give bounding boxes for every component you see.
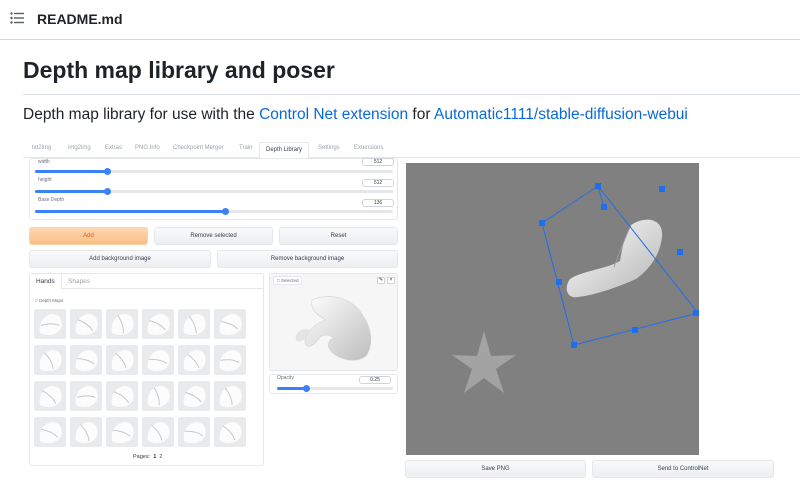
depth-map-thumbnail[interactable]: [34, 309, 66, 339]
depth-map-thumbnail[interactable]: [178, 381, 210, 411]
tab-txt2img[interactable]: txt2img: [32, 145, 51, 151]
library-tab-hands[interactable]: Hands: [30, 274, 62, 290]
close-icon[interactable]: ×: [387, 277, 395, 284]
depth-map-thumbnail[interactable]: [142, 309, 174, 339]
readme-header: README.md: [0, 0, 800, 40]
depth-map-thumbnail[interactable]: [106, 309, 138, 339]
depth-map-thumbnail[interactable]: [214, 417, 246, 447]
depth-map-thumbnail[interactable]: [34, 381, 66, 411]
readme-filename: README.md: [37, 11, 123, 27]
size-settings-panel: width 512 height 512 Base Depth 136: [29, 158, 398, 220]
width-value[interactable]: 512: [362, 158, 394, 166]
tab-extras[interactable]: Extras: [105, 145, 122, 151]
opacity-slider[interactable]: [277, 385, 393, 392]
pagination: Pages: 1 2: [133, 454, 162, 460]
depth-map-thumbnail[interactable]: [70, 417, 102, 447]
heading-divider: [23, 94, 800, 95]
tab-img2img[interactable]: img2img: [68, 145, 91, 151]
depth-map-thumbnail[interactable]: [106, 417, 138, 447]
depth-map-thumbnail[interactable]: [70, 345, 102, 375]
page-title: Depth map library and poser: [23, 57, 335, 83]
depth-map-thumbnail[interactable]: [70, 309, 102, 339]
intro-paragraph: Depth map library for use with the Contr…: [23, 106, 688, 124]
a1111-link[interactable]: Automatic1111/stable-diffusion-webui: [434, 106, 688, 123]
tab-settings[interactable]: Settings: [318, 145, 340, 151]
page-2-link[interactable]: 2: [159, 454, 162, 460]
depth-map-thumbnail[interactable]: [214, 345, 246, 375]
depth-map-thumbnail[interactable]: [70, 381, 102, 411]
depth-map-thumbnail[interactable]: [178, 345, 210, 375]
reset-button[interactable]: Reset: [279, 227, 398, 245]
selected-preview: □ Selected ✎ ×: [269, 273, 398, 371]
hand-shape: [566, 219, 663, 298]
depth-map-thumbnail[interactable]: [34, 345, 66, 375]
width-slider[interactable]: [35, 168, 393, 175]
webui-screenshot: txt2img img2img Extras PNG Info Checkpoi…: [23, 140, 800, 488]
remove-selected-button[interactable]: Remove selected: [154, 227, 273, 245]
remove-background-button[interactable]: Remove background image: [217, 250, 398, 268]
depth-map-thumbnail[interactable]: [142, 381, 174, 411]
pages-label: Pages:: [133, 454, 151, 460]
depth-map-thumbnail[interactable]: [106, 381, 138, 411]
add-background-button[interactable]: Add background image: [29, 250, 211, 268]
selected-hand-image: [295, 296, 372, 361]
depth-map-thumbnail[interactable]: [142, 345, 174, 375]
intro-middle: for: [408, 106, 434, 123]
selected-label-text: Selected: [280, 278, 299, 283]
width-label: width: [38, 159, 50, 165]
pose-canvas[interactable]: [406, 163, 699, 455]
star-shape: [452, 331, 516, 393]
tab-checkpoint-merger[interactable]: Checkpoint Merger: [173, 145, 224, 151]
library-tab-shapes[interactable]: Shapes: [68, 278, 90, 285]
edit-icon[interactable]: ✎: [377, 277, 385, 284]
add-button[interactable]: Add: [29, 227, 148, 245]
send-to-controlnet-button[interactable]: Send to ControlNet: [592, 460, 774, 478]
page-1-link[interactable]: 1: [153, 454, 156, 460]
base-depth-label: Base Depth: [38, 197, 65, 203]
height-slider[interactable]: [35, 188, 393, 195]
base-depth-slider[interactable]: [35, 208, 393, 215]
depth-map-thumbnail[interactable]: [178, 417, 210, 447]
tab-depth-library[interactable]: Depth Library: [259, 142, 310, 159]
depth-map-thumbnail[interactable]: [142, 417, 174, 447]
depth-maps-label: □ Depth Maps: [35, 298, 64, 303]
tab-extensions[interactable]: Extensions: [354, 145, 383, 151]
canvas-drawing: [452, 183, 699, 393]
base-depth-value[interactable]: 136: [362, 199, 394, 207]
depth-map-thumbnail[interactable]: [214, 309, 246, 339]
depth-map-thumbnail[interactable]: [34, 417, 66, 447]
depth-map-thumbnail[interactable]: [178, 309, 210, 339]
webui-tab-bar: txt2img img2img Extras PNG Info Checkpoi…: [23, 142, 800, 159]
list-icon[interactable]: [10, 12, 24, 24]
selected-label: □ Selected: [273, 276, 303, 285]
intro-prefix: Depth map library for use with the: [23, 106, 260, 123]
tab-train[interactable]: Train: [239, 145, 252, 151]
opacity-panel: Opacity 0.25: [269, 374, 398, 394]
depth-map-thumbnail[interactable]: [214, 381, 246, 411]
depth-map-thumbnail[interactable]: [106, 345, 138, 375]
tab-png-info[interactable]: PNG Info: [135, 145, 160, 151]
save-png-button[interactable]: Save PNG: [405, 460, 586, 478]
height-value[interactable]: 512: [362, 179, 394, 187]
opacity-label: Opacity: [277, 375, 294, 381]
library-tab-bar: [30, 274, 263, 289]
height-label: height: [38, 177, 52, 183]
depth-maps-label-text: Depth Maps: [38, 298, 64, 303]
controlnet-link[interactable]: Control Net extension: [259, 106, 408, 123]
opacity-value[interactable]: 0.25: [359, 376, 391, 384]
library-panel: Hands Shapes □ Depth Maps Pages: 1 2: [29, 273, 264, 466]
